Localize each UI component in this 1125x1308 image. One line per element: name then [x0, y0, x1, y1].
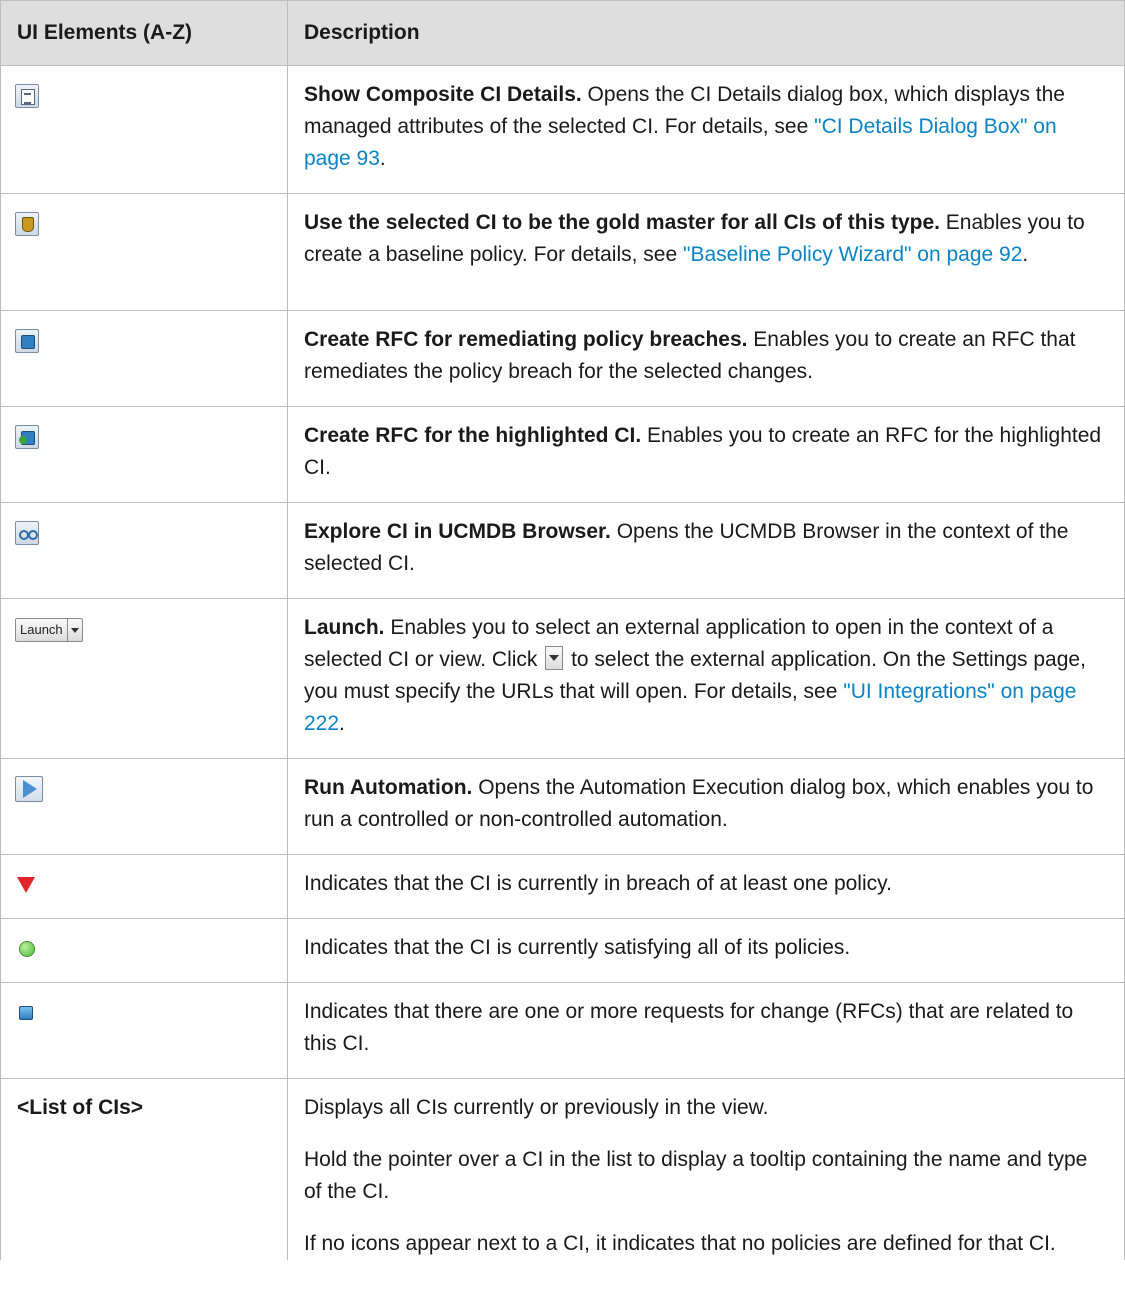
table-row: Use the selected CI to be the gold maste… [0, 193, 1125, 311]
icon-cell [0, 758, 288, 855]
satisfied-dot-icon [19, 941, 35, 957]
description-cell: Create RFC for remediating policy breach… [287, 310, 1125, 407]
explore-browser-icon[interactable] [15, 521, 39, 545]
element-title: Create RFC for the highlighted CI. [304, 424, 642, 447]
table-row: Create RFC for the highlighted CI. Enabl… [0, 406, 1125, 503]
element-title: Use the selected CI to be the gold maste… [304, 211, 940, 234]
table-row: <List of CIs> Displays all CIs currently… [0, 1078, 1125, 1260]
column-header-description: Description [287, 0, 1125, 66]
element-title: Run Automation. [304, 776, 473, 799]
chevron-down-icon[interactable] [66, 619, 82, 641]
table-row: Show Composite CI Details. Opens the CI … [0, 65, 1125, 194]
icon-cell [0, 65, 288, 194]
table-row: Explore CI in UCMDB Browser. Opens the U… [0, 502, 1125, 599]
table-row: Run Automation. Opens the Automation Exe… [0, 758, 1125, 855]
description-cell: Displays all CIs currently or previously… [287, 1078, 1125, 1260]
column-header-ui-elements: UI Elements (A-Z) [0, 0, 288, 66]
run-automation-icon[interactable] [15, 776, 43, 802]
icon-cell [0, 854, 288, 919]
description-tail: . [379, 147, 386, 170]
gold-master-icon[interactable] [15, 212, 39, 236]
table-row: Indicates that the CI is currently in br… [0, 854, 1125, 919]
icon-cell [0, 193, 288, 311]
icon-cell [0, 982, 288, 1079]
icon-cell [0, 406, 288, 503]
element-title: Launch. [304, 616, 385, 639]
create-rfc-highlighted-icon[interactable] [15, 425, 39, 449]
show-composite-details-icon[interactable] [15, 84, 39, 108]
description-paragraph: If no icons appear next to a CI, it indi… [304, 1232, 1056, 1255]
description-cell: Explore CI in UCMDB Browser. Opens the U… [287, 502, 1125, 599]
description-cell: Indicates that there are one or more req… [287, 982, 1125, 1079]
description-paragraph: Hold the pointer over a CI in the list t… [304, 1148, 1088, 1203]
dropdown-arrow-icon [545, 646, 564, 670]
icon-cell [0, 502, 288, 599]
element-title: Show Composite CI Details. [304, 83, 582, 106]
rfc-cube-icon [19, 1006, 33, 1020]
description-cell: Launch. Enables you to select an externa… [287, 598, 1125, 759]
table-row: Launch Launch. Enables you to select an … [0, 598, 1125, 759]
description-cell: Indicates that the CI is currently satis… [287, 918, 1125, 983]
baseline-policy-wizard-link[interactable]: "Baseline Policy Wizard" on page 92 [683, 243, 1022, 266]
breach-triangle-icon [17, 877, 35, 893]
icon-cell [0, 918, 288, 983]
description-tail: . [1022, 243, 1029, 266]
description-tail: . [339, 712, 345, 735]
table-row: Create RFC for remediating policy breach… [0, 310, 1125, 407]
table-row: Indicates that there are one or more req… [0, 982, 1125, 1079]
launch-label: Launch [20, 622, 63, 637]
description-cell: Indicates that the CI is currently in br… [287, 854, 1125, 919]
create-rfc-breaches-icon[interactable] [15, 329, 39, 353]
description-cell: Run Automation. Opens the Automation Exe… [287, 758, 1125, 855]
launch-dropdown[interactable]: Launch [15, 618, 83, 642]
icon-cell: Launch [0, 598, 288, 759]
list-of-cis-label: <List of CIs> [0, 1078, 288, 1260]
description-cell: Show Composite CI Details. Opens the CI … [287, 65, 1125, 194]
element-title: Explore CI in UCMDB Browser. [304, 520, 611, 543]
description-paragraph: Displays all CIs currently or previously… [304, 1096, 769, 1119]
icon-cell [0, 310, 288, 407]
description-cell: Create RFC for the highlighted CI. Enabl… [287, 406, 1125, 503]
table-header-row: UI Elements (A-Z) Description [0, 0, 1125, 66]
description-cell: Use the selected CI to be the gold maste… [287, 193, 1125, 311]
element-title: Create RFC for remediating policy breach… [304, 328, 748, 351]
ui-elements-table: UI Elements (A-Z) Description Show Compo… [0, 0, 1125, 1260]
table-row: Indicates that the CI is currently satis… [0, 918, 1125, 983]
